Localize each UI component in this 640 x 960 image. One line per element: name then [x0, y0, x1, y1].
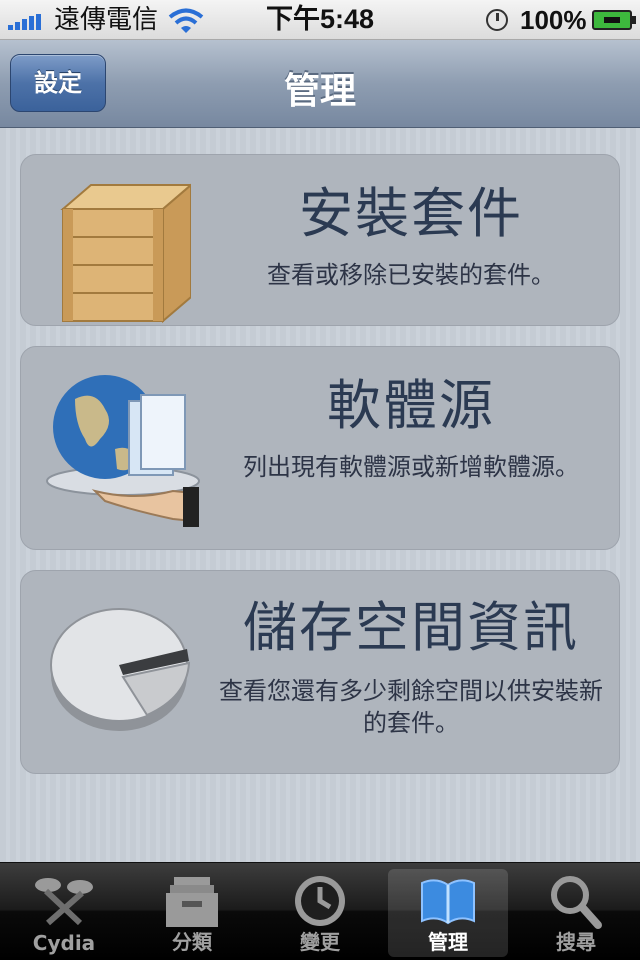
- installed-packages-item[interactable]: 安裝套件 查看或移除已安裝的套件。: [20, 154, 620, 326]
- pie-chart-icon: [50, 608, 191, 731]
- cydia-icon: [35, 878, 93, 926]
- storage-info-description: 查看您還有多少剩餘空間以供安裝新的套件。: [219, 677, 603, 737]
- tab-sections[interactable]: 分類: [132, 869, 252, 957]
- book-icon: [421, 879, 475, 925]
- package-box-icon: [60, 183, 191, 324]
- tab-search[interactable]: 搜尋: [516, 869, 636, 957]
- tab-manage[interactable]: 管理: [388, 869, 508, 957]
- tab-sections-label: 分類: [172, 930, 212, 954]
- tab-changes[interactable]: 變更: [260, 869, 380, 957]
- search-icon: [551, 876, 602, 929]
- sources-description: 列出現有軟體源或新增軟體源。: [243, 453, 579, 481]
- globe-sources-icon: [46, 375, 200, 527]
- tab-search-label: 搜尋: [556, 930, 596, 954]
- storage-info-item[interactable]: 儲存空間資訊 查看您還有多少剩餘空間以供安裝新的套件。: [20, 570, 620, 774]
- sources-title: 軟體源: [327, 374, 495, 437]
- tab-cydia-label: Cydia: [32, 931, 96, 955]
- manage-content: 安裝套件 查看或移除已安裝的套件。 軟體源 列出現有軟體源或新增軟體源。 儲存空…: [0, 128, 640, 862]
- battery-charging-icon: [592, 10, 636, 30]
- tab-manage-label: 管理: [428, 930, 468, 954]
- navigation-bar: 設定 管理: [0, 40, 640, 128]
- alarm-icon: [486, 9, 508, 31]
- sections-icon: [166, 877, 218, 927]
- clock-icon: [295, 876, 345, 926]
- page-title: 管理: [283, 71, 356, 112]
- tab-bar: Cydia 分類 變更 管理 搜尋: [0, 862, 640, 960]
- status-bar: 遠傳電信 下午5:48 100%: [0, 0, 640, 40]
- installed-packages-title: 安裝套件: [299, 182, 523, 245]
- tab-cydia[interactable]: Cydia: [4, 869, 124, 957]
- sources-item[interactable]: 軟體源 列出現有軟體源或新增軟體源。: [20, 346, 620, 550]
- storage-info-title: 儲存空間資訊: [243, 596, 579, 659]
- battery-percent: 100%: [520, 5, 587, 35]
- tab-changes-label: 變更: [300, 930, 340, 954]
- installed-packages-description: 查看或移除已安裝的套件。: [267, 261, 555, 289]
